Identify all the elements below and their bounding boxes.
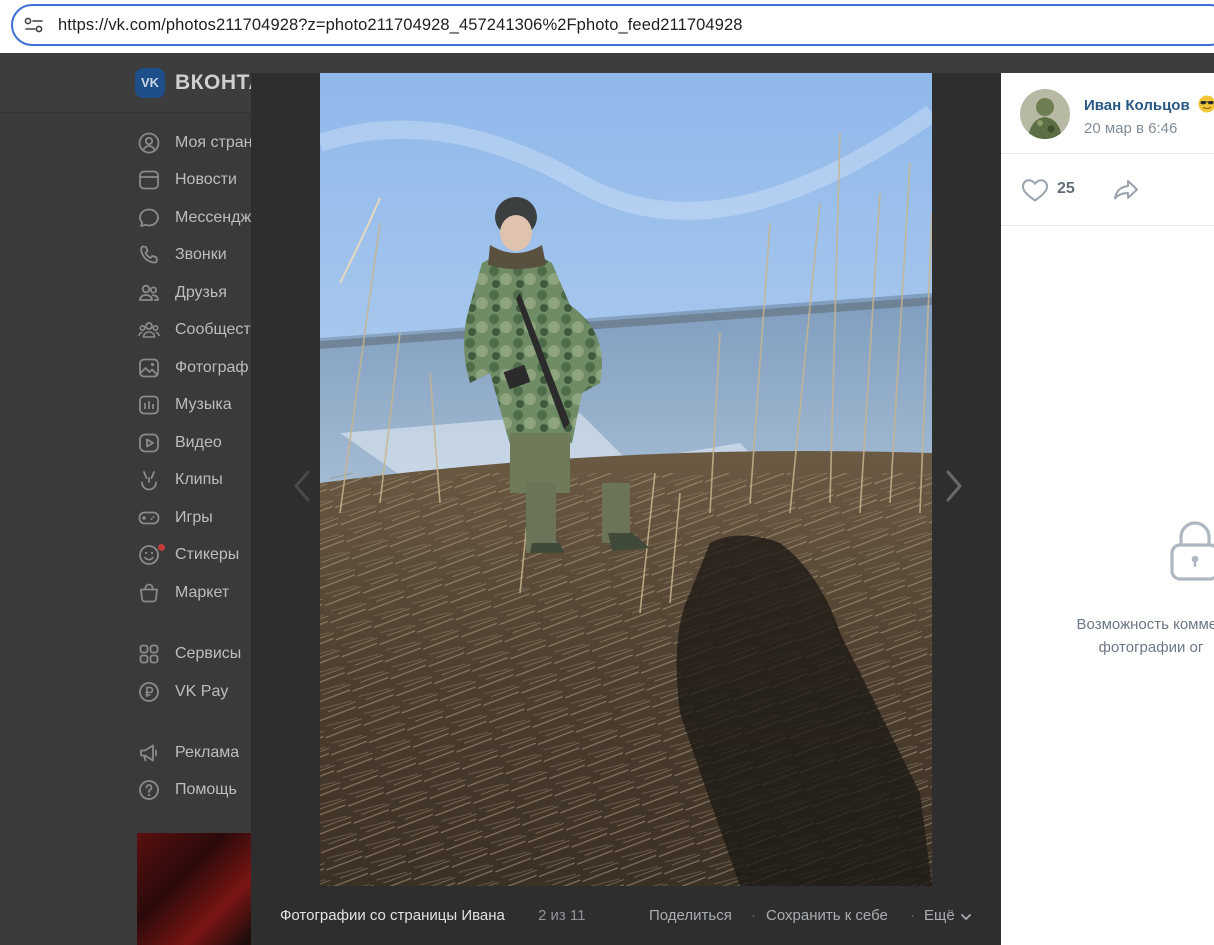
viewer-photo[interactable] (320, 73, 932, 886)
sidebar-item-label: Игры (175, 509, 213, 526)
divider (1001, 153, 1214, 154)
services-icon (136, 641, 162, 667)
browser-toolbar: https://vk.com/photos211704928?z=photo21… (0, 0, 1214, 53)
avatar[interactable] (1020, 89, 1070, 139)
next-photo-arrow-icon[interactable] (941, 466, 967, 506)
friends-icon (136, 280, 162, 306)
sidebar-item-label: Видео (175, 434, 222, 451)
share-button[interactable]: Поделиться (649, 907, 732, 924)
video-icon (136, 430, 162, 456)
footer-separator: · (910, 907, 915, 924)
sidebar-item-label: Моя стран (175, 134, 253, 151)
save-to-profile-button[interactable]: Сохранить к себе (766, 907, 888, 924)
divider (1001, 225, 1214, 226)
sidebar-item-label: Маркет (175, 584, 230, 601)
sidebar-item-label: Друзья (175, 284, 227, 301)
photo-viewer: Фотографии со страницы Ивана 2 из 11 Под… (251, 73, 1001, 945)
news-icon (136, 167, 162, 193)
help-icon (136, 777, 162, 803)
sidebar-item-label: Клипы (175, 471, 223, 488)
avatar-image (1020, 89, 1070, 139)
url-text[interactable]: https://vk.com/photos211704928?z=photo21… (58, 16, 743, 35)
chevron-down-icon[interactable] (960, 913, 972, 921)
sidebar-item-label: VK Pay (175, 683, 229, 700)
sunglasses-emoji-icon (1198, 95, 1214, 113)
notification-dot (158, 544, 165, 551)
previous-photo-arrow-icon[interactable] (289, 466, 315, 506)
viewer-footer: Фотографии со страницы Ивана 2 из 11 Под… (251, 899, 1001, 935)
footer-separator: · (751, 907, 756, 924)
phone-icon (136, 242, 162, 268)
megaphone-icon (136, 740, 162, 766)
message-icon (136, 205, 162, 231)
sidebar-item-label: Помощь (175, 781, 237, 798)
games-icon (136, 505, 162, 531)
music-icon (136, 392, 162, 418)
album-title-link[interactable]: Фотографии со страницы Ивана (280, 907, 505, 924)
user-circle-icon (136, 130, 162, 156)
communities-icon (136, 317, 162, 343)
comments-disabled-line: Возможность коммен (1076, 616, 1214, 633)
sidebar-item-label: Сервисы (175, 645, 242, 662)
site-settings-icon[interactable] (24, 17, 44, 33)
share-arrow-icon[interactable] (1111, 177, 1141, 203)
sidebar-item-label: Сообщест (175, 321, 251, 338)
clips-icon (136, 467, 162, 493)
lock-icon (1170, 521, 1214, 581)
author-name-link[interactable]: Иван Кольцов (1084, 97, 1190, 114)
heart-icon[interactable] (1020, 177, 1050, 203)
photo-image (320, 73, 932, 886)
sidebar-item-label: Музыка (175, 396, 232, 413)
photo-info-panel: Иван Кольцов 20 мар в 6:46 25 Возможност… (1001, 73, 1214, 945)
comments-disabled-notice: Возможность коммен фотографии ог (1051, 613, 1214, 659)
sidebar-item-label: Мессендж (175, 209, 252, 226)
vk-logo-icon[interactable]: VK (135, 68, 165, 98)
sidebar-item-label: Фотограф (175, 359, 249, 376)
photo-icon (136, 355, 162, 381)
comments-disabled-line: фотографии ог (1098, 639, 1204, 656)
more-button[interactable]: Ещё (924, 907, 955, 924)
sidebar-item-label: Стикеры (175, 546, 240, 563)
photo-counter: 2 из 11 (538, 907, 586, 924)
market-icon (136, 580, 162, 606)
vk-pay-icon (136, 679, 162, 705)
sidebar-item-label: Новости (175, 171, 237, 188)
sidebar-item-label: Звонки (175, 246, 227, 263)
like-count: 25 (1057, 180, 1075, 197)
sidebar-item-label: Реклама (175, 744, 240, 761)
address-bar[interactable]: https://vk.com/photos211704928?z=photo21… (11, 4, 1214, 46)
post-date-link[interactable]: 20 мар в 6:46 (1084, 120, 1177, 137)
